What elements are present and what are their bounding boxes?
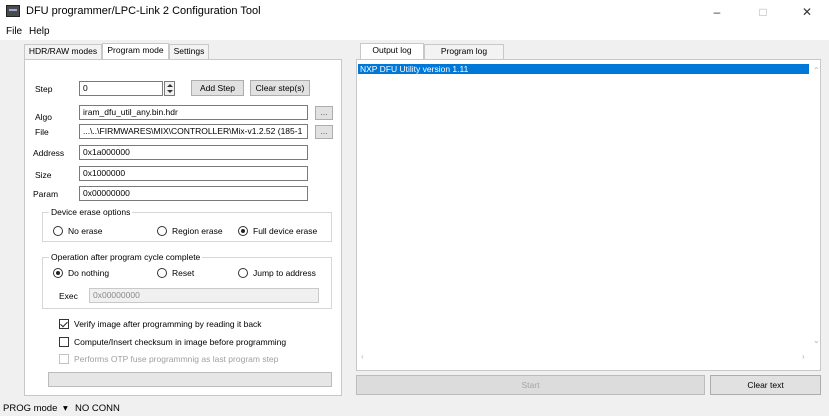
add-step-button[interactable]: Add Step [191, 80, 244, 96]
prog-mode-status: PROG mode [3, 403, 58, 414]
radio-jump-to-address[interactable] [238, 268, 248, 278]
menu-bar: File Help [0, 24, 829, 40]
algo-field[interactable]: iram_dfu_util_any.bin.hdr [79, 105, 308, 120]
clear-steps-button[interactable]: Clear step(s) [250, 80, 310, 96]
scroll-right-icon[interactable]: › [802, 352, 805, 361]
tab-output-log[interactable]: Output log [360, 43, 424, 59]
progress-bar [48, 372, 332, 387]
minimize-button[interactable]: – [702, 0, 732, 24]
exec-label: Exec [59, 291, 78, 301]
menu-help[interactable]: Help [29, 26, 50, 37]
radio-do-nothing[interactable] [53, 268, 63, 278]
erase-options-title: Device erase options [49, 207, 133, 217]
tab-program-log[interactable]: Program log [424, 44, 504, 59]
step-spinner[interactable] [164, 81, 175, 96]
scroll-up-icon[interactable]: ⌃ [813, 66, 820, 75]
algo-label: Algo [35, 112, 53, 122]
full-device-erase-label[interactable]: Full device erase [253, 226, 317, 236]
size-field[interactable]: 0x1000000 [79, 166, 308, 181]
verify-checkbox[interactable] [59, 319, 69, 329]
checksum-label[interactable]: Compute/Insert checksum in image before … [74, 337, 286, 347]
verify-label[interactable]: Verify image after programming by readin… [74, 319, 262, 329]
tab-program-mode[interactable]: Program mode [102, 43, 169, 59]
maximize-button[interactable]: □ [748, 0, 778, 24]
start-button[interactable]: Start [356, 375, 705, 395]
size-label: Size [35, 170, 52, 180]
reset-label[interactable]: Reset [172, 268, 194, 278]
log-line: NXP DFU Utility version 1.11 [358, 64, 809, 74]
do-nothing-label[interactable]: Do nothing [68, 268, 109, 278]
clear-text-button[interactable]: Clear text [710, 375, 821, 395]
after-program-title: Operation after program cycle complete [49, 252, 203, 262]
otp-label: Performs OTP fuse programmnig as last pr… [74, 354, 279, 364]
file-browse-button[interactable]: ... [315, 125, 333, 139]
tab-settings[interactable]: Settings [169, 44, 209, 59]
otp-checkbox[interactable] [59, 354, 69, 364]
radio-region-erase[interactable] [157, 226, 167, 236]
algo-browse-button[interactable]: ... [315, 106, 333, 120]
region-erase-label[interactable]: Region erase [172, 226, 223, 236]
scroll-down-icon[interactable]: ⌄ [813, 336, 820, 345]
step-label: Step [35, 84, 53, 94]
file-field[interactable]: ...\..\FIRMWARES\MIX\CONTROLLER\Mix-v1.2… [79, 124, 308, 139]
radio-reset[interactable] [157, 268, 167, 278]
step-input[interactable]: 0 [79, 81, 163, 96]
param-label: Param [33, 189, 59, 199]
window-title: DFU programmer/LPC-Link 2 Configuration … [26, 5, 261, 17]
address-field[interactable]: 0x1a000000 [79, 145, 308, 160]
close-button[interactable]: ✕ [792, 0, 822, 24]
radio-full-device-erase[interactable] [238, 226, 248, 236]
spin-up-icon[interactable] [167, 84, 173, 87]
dropdown-arrow-icon[interactable]: ▾ [63, 403, 68, 414]
scroll-left-icon[interactable]: ‹ [361, 352, 364, 361]
tab-hdr-raw-modes[interactable]: HDR/RAW modes [24, 44, 102, 59]
spin-down-icon[interactable] [167, 90, 173, 93]
menu-file[interactable]: File [6, 26, 22, 37]
radio-no-erase[interactable] [53, 226, 63, 236]
checksum-checkbox[interactable] [59, 337, 69, 347]
no-erase-label[interactable]: No erase [68, 226, 103, 236]
app-icon [6, 5, 20, 17]
connection-status: NO CONN [75, 403, 120, 414]
title-bar: DFU programmer/LPC-Link 2 Configuration … [0, 0, 829, 24]
file-label: File [35, 127, 49, 137]
jump-to-address-label[interactable]: Jump to address [253, 268, 316, 278]
output-log-box[interactable] [356, 59, 821, 371]
param-field[interactable]: 0x00000000 [79, 186, 308, 201]
address-label: Address [33, 148, 65, 158]
exec-field[interactable]: 0x00000000 [89, 288, 319, 303]
